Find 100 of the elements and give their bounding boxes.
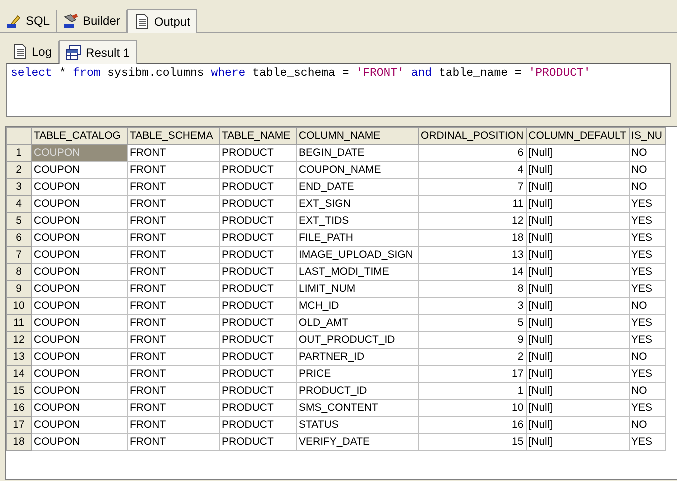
table-cell: [Null] — [526, 280, 630, 298]
table-cell: PRODUCT — [220, 162, 296, 178]
table-cell: END_DATE — [296, 178, 418, 196]
table-cell: [Null] — [526, 230, 630, 246]
table-cell: PRODUCT_ID — [296, 382, 418, 400]
table-cell: YES — [629, 332, 666, 348]
table-cell: 1 — [418, 382, 526, 400]
table-cell: COUPON — [32, 178, 128, 196]
table-cell: VERIFY_DATE — [296, 434, 418, 450]
table-cell: FRONT — [128, 230, 220, 246]
row-number[interactable]: 13 — [6, 348, 32, 366]
table-cell: 17 — [418, 366, 526, 382]
column-header[interactable]: COLUMN_NAME — [296, 128, 418, 144]
table-cell: PRODUCT — [220, 366, 296, 382]
table-cell: SMS_CONTENT — [296, 400, 418, 416]
table-cell: 3 — [418, 298, 526, 314]
table-cell: MCH_ID — [296, 298, 418, 314]
table-cell: IMAGE_UPLOAD_SIGN — [296, 246, 418, 264]
table-cell: BEGIN_DATE — [296, 144, 418, 162]
table-cell: PRODUCT — [220, 246, 296, 264]
table-cell: PRODUCT — [220, 264, 296, 280]
editor-tab[interactable]: SQL — [0, 10, 58, 32]
column-header[interactable]: TABLE_SCHEMA — [128, 128, 220, 144]
table-cell: [Null] — [526, 416, 630, 434]
table-cell: YES — [629, 314, 666, 332]
editor-tab[interactable]: Output — [127, 9, 198, 33]
row-number[interactable]: 14 — [6, 366, 32, 382]
column-header[interactable]: TABLE_NAME — [220, 128, 296, 144]
table-cell: [Null] — [526, 314, 630, 332]
table-cell: PRICE — [296, 366, 418, 382]
row-number[interactable]: 6 — [6, 230, 32, 246]
result-tab[interactable]: Result 1 — [59, 40, 138, 64]
table-cell: YES — [629, 366, 666, 382]
row-number[interactable]: 3 — [6, 178, 32, 196]
table-cell: FRONT — [128, 298, 220, 314]
table-cell: YES — [629, 434, 666, 450]
document-icon — [12, 44, 28, 60]
column-header[interactable]: COLUMN_DEFAULT — [526, 128, 630, 144]
document-icon — [134, 14, 150, 30]
grid-corner — [6, 128, 32, 144]
table-cell: NO — [629, 348, 666, 366]
table-cell: COUPON — [32, 162, 128, 178]
table-cell: FRONT — [128, 280, 220, 298]
row-number[interactable]: 10 — [6, 298, 32, 314]
table-cell: PRODUCT — [220, 382, 296, 400]
table-cell: EXT_TIDS — [296, 212, 418, 230]
table-cell: YES — [629, 230, 666, 246]
table-cell: NO — [629, 144, 666, 162]
table-cell: FRONT — [128, 400, 220, 416]
table-cell: 2 — [418, 348, 526, 366]
column-header[interactable]: TABLE_CATALOG — [32, 128, 128, 144]
table-cell: 15 — [418, 434, 526, 450]
row-number[interactable]: 12 — [6, 332, 32, 348]
row-number[interactable]: 4 — [6, 196, 32, 212]
row-number[interactable]: 17 — [6, 416, 32, 434]
row-number[interactable]: 18 — [6, 434, 32, 450]
table-cell: [Null] — [526, 144, 630, 162]
table-cell: LIMIT_NUM — [296, 280, 418, 298]
table-cell: 14 — [418, 264, 526, 280]
table-cell: [Null] — [526, 434, 630, 450]
row-number[interactable]: 9 — [6, 280, 32, 298]
table-cell: COUPON — [32, 212, 128, 230]
table-cell: 8 — [418, 280, 526, 298]
table-cell: PARTNER_ID — [296, 348, 418, 366]
table-cell: PRODUCT — [220, 212, 296, 230]
table-cell: PRODUCT — [220, 144, 296, 162]
table-cell: OLD_AMT — [296, 314, 418, 332]
table-cell: PRODUCT — [220, 434, 296, 450]
row-number[interactable]: 8 — [6, 264, 32, 280]
sql-query-text[interactable]: select * from sysibm.columns where table_schema = 'FRONT' and table_name = 'PRODUCT' — [6, 63, 671, 117]
table-cell: PRODUCT — [220, 298, 296, 314]
table-cell: [Null] — [526, 298, 630, 314]
table-cell: COUPON — [32, 348, 128, 366]
table-cell: [Null] — [526, 382, 630, 400]
table-cell: COUPON — [32, 434, 128, 450]
table-cell: 4 — [418, 162, 526, 178]
column-header[interactable]: IS_NU — [629, 128, 666, 144]
table-cell: [Null] — [526, 400, 630, 416]
table-cell: 11 — [418, 196, 526, 212]
row-number[interactable]: 2 — [6, 162, 32, 178]
row-number[interactable]: 1 — [6, 144, 32, 162]
row-number[interactable]: 16 — [6, 400, 32, 416]
row-number[interactable]: 7 — [6, 246, 32, 264]
row-number[interactable]: 15 — [6, 382, 32, 400]
table-cell: YES — [629, 246, 666, 264]
table-cell: COUPON — [32, 382, 128, 400]
table-cell: FRONT — [128, 196, 220, 212]
table-cell: YES — [629, 264, 666, 280]
row-number[interactable]: 11 — [6, 314, 32, 332]
table-cell: COUPON — [32, 416, 128, 434]
table-cell: FRONT — [128, 144, 220, 162]
row-number[interactable]: 5 — [6, 212, 32, 230]
table-cell: PRODUCT — [220, 230, 296, 246]
table-cell: FRONT — [128, 178, 220, 196]
tools-icon — [63, 13, 80, 29]
table-cell: EXT_SIGN — [296, 196, 418, 212]
column-header[interactable]: ORDINAL_POSITION — [418, 128, 526, 144]
table-cell: PRODUCT — [220, 400, 296, 416]
table-cell: 18 — [418, 230, 526, 246]
table-cell: YES — [629, 280, 666, 298]
